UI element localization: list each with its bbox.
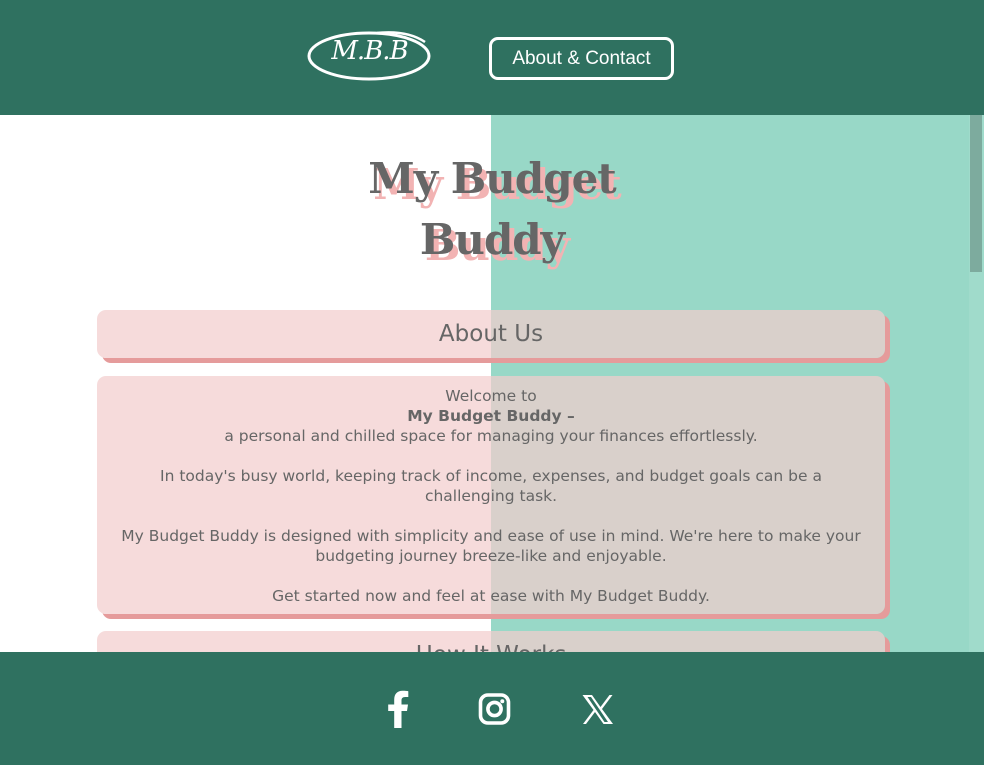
logo-link[interactable]: M.B.B bbox=[307, 30, 432, 81]
instagram-link[interactable] bbox=[478, 690, 511, 728]
facebook-link[interactable] bbox=[386, 690, 410, 728]
paragraph-1-line-1: In today's busy world, keeping track of … bbox=[160, 467, 822, 485]
brand-text: My Budget Buddy – bbox=[407, 407, 575, 425]
about-body-card: Welcome to My Budget Buddy – a personal … bbox=[97, 376, 885, 614]
paragraph-1-line-2: challenging task. bbox=[424, 487, 558, 505]
x-icon bbox=[582, 695, 613, 724]
x-link[interactable] bbox=[581, 690, 614, 728]
paragraph-3: Get started now and feel at ease with My… bbox=[272, 587, 710, 605]
site-header: M.B.B About & Contact bbox=[0, 0, 984, 115]
paragraph-2-line-2: budgeting journey breeze-like and enjoya… bbox=[315, 547, 667, 565]
about-heading: About Us bbox=[438, 321, 544, 347]
tagline-text: a personal and chilled space for managin… bbox=[224, 427, 758, 445]
page-title-line2: Buddy bbox=[419, 215, 565, 264]
instagram-icon bbox=[478, 693, 511, 725]
facebook-icon bbox=[388, 690, 409, 728]
about-contact-button[interactable]: About & Contact bbox=[489, 37, 674, 80]
page-title-line1: My Budget bbox=[368, 154, 616, 203]
paragraph-2-line-1: My Budget Buddy is designed with simplic… bbox=[121, 527, 861, 545]
about-heading-card: About Us bbox=[97, 310, 885, 358]
welcome-text: Welcome to bbox=[445, 387, 537, 405]
logo-text: M.B.B bbox=[331, 36, 408, 66]
page-title: My Budget Buddy bbox=[292, 148, 692, 270]
